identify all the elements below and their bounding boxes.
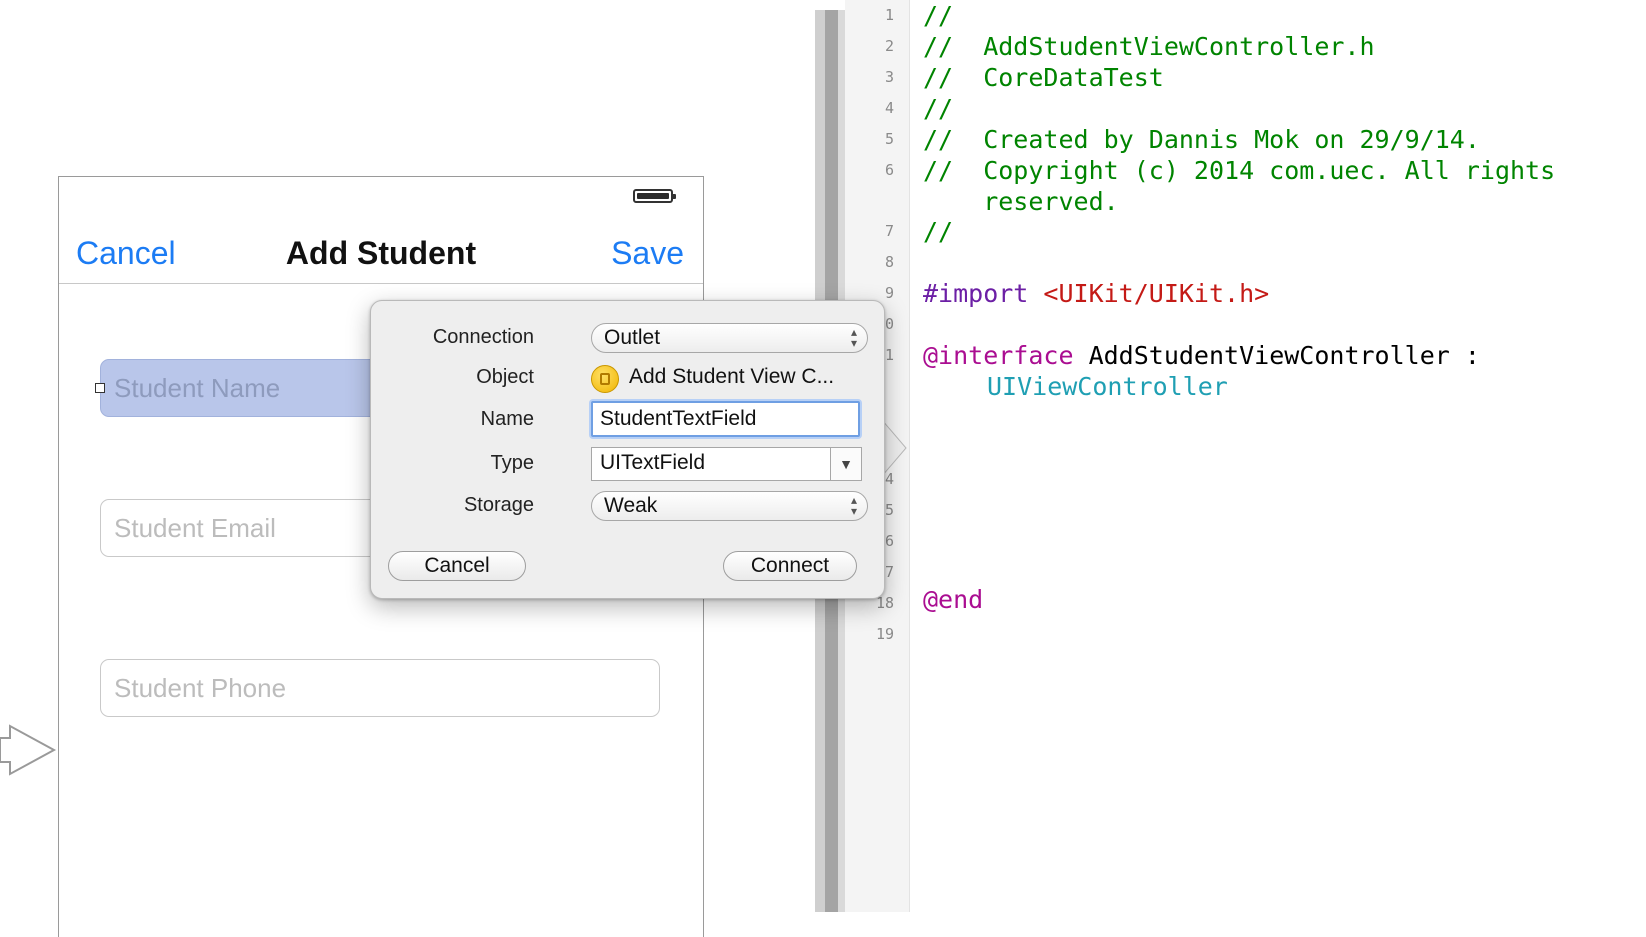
line-number: 1 [884, 346, 894, 364]
connect-button[interactable]: Connect [723, 551, 857, 581]
code-editor[interactable]: 1 2 3 4 5 6 7 8 9 0 1 4 5 6 7 18 19 // /… [845, 0, 1646, 912]
code-line: @interface AddStudentViewController : [923, 340, 1480, 372]
battery-icon [633, 189, 676, 203]
object-value: Add Student View C... [629, 365, 835, 388]
code-line: @end [923, 585, 984, 614]
code-line: reserved. [923, 187, 1119, 216]
code-line: #import <UIKit/UIKit.h> [923, 278, 1269, 310]
type-value: UITextField [600, 451, 706, 474]
line-number: 2 [884, 37, 894, 55]
connection-select[interactable]: Outlet ▴ ▾ [591, 323, 868, 353]
code-line: // Copyright (c) 2014 com.uec. All right… [923, 156, 1556, 185]
type-combobox[interactable]: UITextField ▼ [591, 447, 862, 481]
code-line: UIViewController [987, 371, 1228, 403]
code-line: // CoreDataTest [923, 63, 1164, 92]
line-number: 5 [884, 501, 894, 519]
line-number: 6 [884, 532, 894, 550]
name-label: Name [480, 408, 534, 430]
line-number: 9 [884, 284, 894, 302]
nav-title: Add Student [285, 235, 477, 271]
updown-arrows-icon: ▴ ▾ [850, 493, 857, 518]
outlet-connection-popover: Connection Outlet ▴ ▾ Object Add Student … [370, 300, 885, 599]
line-number: 3 [884, 68, 894, 86]
object-label: Object [476, 366, 534, 388]
connection-label: Connection [432, 326, 534, 348]
outlet-name-input[interactable]: StudentTextField [591, 401, 860, 437]
import-path: <UIKit/UIKit.h> [1043, 279, 1270, 308]
import-keyword: #import [923, 279, 1029, 308]
type-label: Type [490, 452, 534, 474]
code-line: // AddStudentViewController.h [923, 32, 1375, 61]
code-line: // Created by Dannis Mok on 29/9/14. [923, 125, 1480, 154]
line-number: 5 [884, 130, 894, 148]
object-value-row: Add Student View C... [591, 363, 868, 393]
interface-keyword: @interface [923, 341, 1074, 370]
popover-arrow [882, 420, 907, 476]
code-line: // [923, 94, 954, 123]
code-line: // [923, 1, 954, 30]
triangle-down-icon[interactable]: ▼ [830, 448, 861, 480]
line-number: 4 [884, 99, 894, 117]
line-number: 7 [884, 563, 894, 581]
line-number: 8 [884, 253, 894, 271]
navigation-bar: Cancel Add Student Save [59, 217, 703, 284]
line-number: 1 [884, 6, 894, 24]
storage-label: Storage [463, 494, 534, 516]
superclass-name: UIViewController [987, 372, 1228, 401]
storage-select[interactable]: Weak ▴ ▾ [591, 491, 868, 521]
entry-point-arrow-icon[interactable] [0, 712, 60, 788]
class-name: AddStudentViewController : [1088, 341, 1480, 370]
line-number: 6 [884, 161, 894, 179]
line-number: 7 [884, 222, 894, 240]
view-controller-icon [591, 365, 619, 393]
storage-value: Weak [604, 494, 658, 517]
code-line: // [923, 217, 954, 246]
student-phone-field[interactable]: Student Phone [100, 659, 660, 717]
line-number: 0 [884, 315, 894, 333]
updown-arrows-icon: ▴ ▾ [850, 325, 857, 350]
resize-handle[interactable] [95, 383, 105, 393]
connection-value: Outlet [604, 326, 661, 349]
nav-save-button[interactable]: Save [611, 235, 684, 272]
line-number: 19 [875, 625, 894, 643]
cancel-button[interactable]: Cancel [388, 551, 526, 581]
